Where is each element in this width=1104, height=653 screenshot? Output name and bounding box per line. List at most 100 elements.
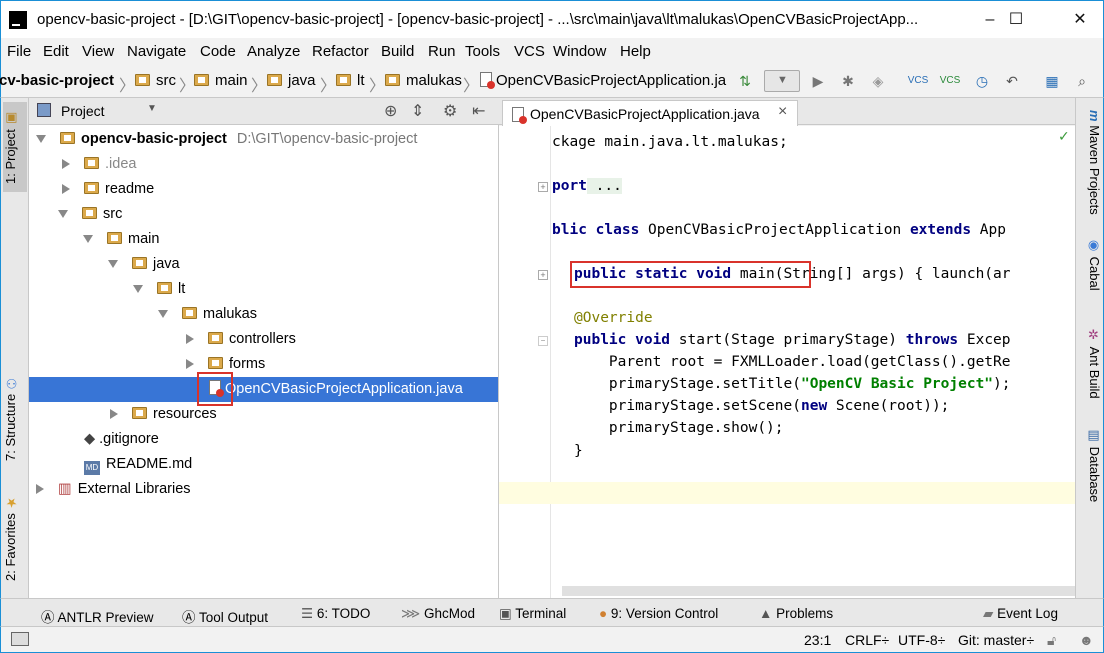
close-button[interactable]: ✕	[1057, 1, 1103, 39]
tool-event-log[interactable]: ▰ Event Log	[983, 606, 1058, 622]
breadcrumb-file[interactable]: OpenCVBasicProjectApplication.ja	[480, 72, 726, 89]
tool-terminal[interactable]: ▣ Terminal	[499, 606, 566, 622]
tool-label: 6: TODO	[316, 606, 371, 621]
code-token: start(Stage primaryStage)	[670, 332, 906, 348]
locate-icon[interactable]: ⊕	[384, 101, 397, 121]
tab-database[interactable]: ▤ Database	[1080, 428, 1102, 502]
fold-collapse-icon[interactable]: −	[538, 336, 548, 346]
tree-item-application-java[interactable]: OpenCVBasicProjectApplication.java	[29, 377, 498, 402]
tree-item-idea[interactable]: .idea	[60, 152, 136, 177]
breadcrumb-malukas[interactable]: malukas	[385, 72, 462, 89]
breadcrumb-separator-icon: 〉	[119, 78, 136, 95]
tree-item-malukas[interactable]: malukas	[158, 302, 257, 327]
tool-todo[interactable]: ☰ 6: TODO	[301, 606, 370, 622]
tree-item-lt[interactable]: lt	[133, 277, 185, 302]
menu-analyze[interactable]: Analyze	[247, 43, 300, 60]
maximize-button[interactable]: ☐	[993, 1, 1039, 39]
breadcrumb-separator-icon: 〉	[251, 78, 268, 95]
menu-help[interactable]: Help	[620, 43, 651, 60]
tab-favorites[interactable]: 2: Favorites ★	[3, 488, 27, 588]
menu-view[interactable]: View	[82, 43, 114, 60]
menu-tools[interactable]: Tools	[465, 43, 500, 60]
breadcrumb-main[interactable]: main	[194, 72, 248, 89]
antlr-icon: Ⓐ	[41, 610, 55, 625]
vcs-commit-icon[interactable]: VCS	[939, 70, 961, 92]
tree-item-readme-md[interactable]: MD README.md	[84, 452, 192, 477]
build-icon[interactable]: ⇅	[734, 70, 756, 92]
tab-project[interactable]: 1: Project ▣	[3, 102, 27, 192]
file-encoding[interactable]: UTF-8÷	[898, 632, 945, 648]
menu-build[interactable]: Build	[381, 43, 414, 60]
hide-panel-icon[interactable]: ⇤	[472, 101, 485, 121]
menu-window[interactable]: Window	[553, 43, 606, 60]
tool-antlr-preview[interactable]: Ⓐ ANTLR Preview	[41, 606, 154, 626]
gear-icon[interactable]: ⚙	[443, 101, 457, 121]
tab-maven-projects[interactable]: m Maven Projects	[1080, 110, 1102, 215]
close-tab-icon[interactable]: ×	[778, 103, 787, 121]
revert-icon[interactable]: ↶	[1001, 70, 1023, 92]
code-fold[interactable]: ...	[586, 178, 622, 194]
menu-run[interactable]: Run	[428, 43, 456, 60]
menu-navigate[interactable]: Navigate	[127, 43, 186, 60]
coverage-icon[interactable]: ◈	[867, 70, 889, 92]
tool-label: ANTLR Preview	[57, 610, 154, 625]
menu-edit[interactable]: Edit	[43, 43, 69, 60]
tree-item-project-root[interactable]: opencv-basic-project D:\GIT\opencv-basic…	[36, 127, 417, 152]
debug-icon[interactable]: ✱	[837, 70, 859, 92]
folder-icon	[132, 257, 147, 269]
menu-refactor[interactable]: Refactor	[312, 43, 369, 60]
tree-item-label: External Libraries	[77, 481, 191, 497]
breadcrumb-java[interactable]: java	[267, 72, 316, 89]
chevron-down-icon[interactable]: ▼	[147, 103, 157, 114]
history-icon[interactable]: ◷	[971, 70, 993, 92]
project-structure-icon[interactable]: ▦	[1041, 70, 1063, 92]
tree-item-main[interactable]: main	[83, 227, 159, 252]
tool-ghcmod[interactable]: ⋙ GhcMod	[401, 606, 475, 622]
search-icon[interactable]: ⌕	[1071, 70, 1093, 92]
tool-windows-toggle-icon[interactable]	[11, 632, 29, 646]
vcs-update-icon[interactable]: VCS	[907, 70, 929, 92]
tree-item-java[interactable]: java	[108, 252, 180, 277]
git-branch[interactable]: Git: master÷	[958, 632, 1034, 648]
fold-expand-icon[interactable]: +	[538, 182, 548, 192]
tool-output[interactable]: Ⓐ Tool Output	[182, 606, 268, 626]
collapse-arrow-icon	[36, 484, 44, 495]
breadcrumb-lt[interactable]: lt	[336, 72, 365, 89]
code-line-setscene: primaryStage.setScene(new Scene(root));	[574, 395, 950, 417]
tree-item-label: .gitignore	[99, 431, 159, 447]
tree-item-gitignore[interactable]: ◆ .gitignore	[84, 427, 159, 452]
tool-label: Event Log	[997, 606, 1058, 621]
fold-expand-icon[interactable]: +	[538, 270, 548, 280]
run-icon[interactable]: ▶	[807, 70, 829, 92]
tab-structure[interactable]: 7: Structure ⚇	[3, 368, 27, 468]
lock-icon[interactable]: 🔓︎	[1047, 632, 1056, 649]
tool-version-control[interactable]: ● 9: Version Control	[599, 606, 718, 621]
breadcrumb-project[interactable]: cv-basic-project	[0, 72, 114, 89]
collapse-all-icon[interactable]: ⇕	[411, 101, 424, 121]
tree-item-readme[interactable]: readme	[60, 177, 154, 202]
menu-code[interactable]: Code	[200, 43, 236, 60]
tree-item-label: malukas	[203, 306, 257, 322]
menu-file[interactable]: File	[7, 43, 31, 60]
tree-item-src[interactable]: src	[58, 202, 122, 227]
caret-position[interactable]: 23:1	[804, 632, 831, 648]
editor-tab[interactable]: OpenCVBasicProjectApplication.java ×	[502, 100, 798, 126]
ant-icon: ✲	[1087, 328, 1102, 343]
inspector-icon[interactable]: ☻	[1079, 632, 1094, 648]
line-separator[interactable]: CRLF÷	[845, 632, 889, 648]
tab-cabal[interactable]: ◉ Cabal	[1080, 238, 1102, 291]
tree-item-controllers[interactable]: controllers	[184, 327, 296, 352]
navigation-bar: cv-basic-project 〉 src 〉 main 〉 java 〉 l…	[0, 64, 1104, 98]
run-config-dropdown[interactable]: ▼	[764, 70, 800, 92]
tree-item-path: D:\GIT\opencv-basic-project	[236, 131, 418, 147]
horizontal-scrollbar[interactable]	[562, 586, 1075, 596]
project-view-dropdown[interactable]: Project	[61, 103, 105, 119]
tool-problems[interactable]: ▲ Problems	[759, 606, 833, 621]
current-line-highlight	[499, 482, 1075, 504]
tree-item-external-libraries[interactable]: ▥ External Libraries	[34, 477, 191, 502]
tab-ant-build[interactable]: ✲ Ant Build	[1080, 328, 1102, 399]
intellij-logo-icon	[9, 11, 27, 29]
tool-label: Tool Output	[199, 610, 269, 625]
breadcrumb-src[interactable]: src	[135, 72, 176, 89]
menu-vcs[interactable]: VCS	[514, 43, 545, 60]
